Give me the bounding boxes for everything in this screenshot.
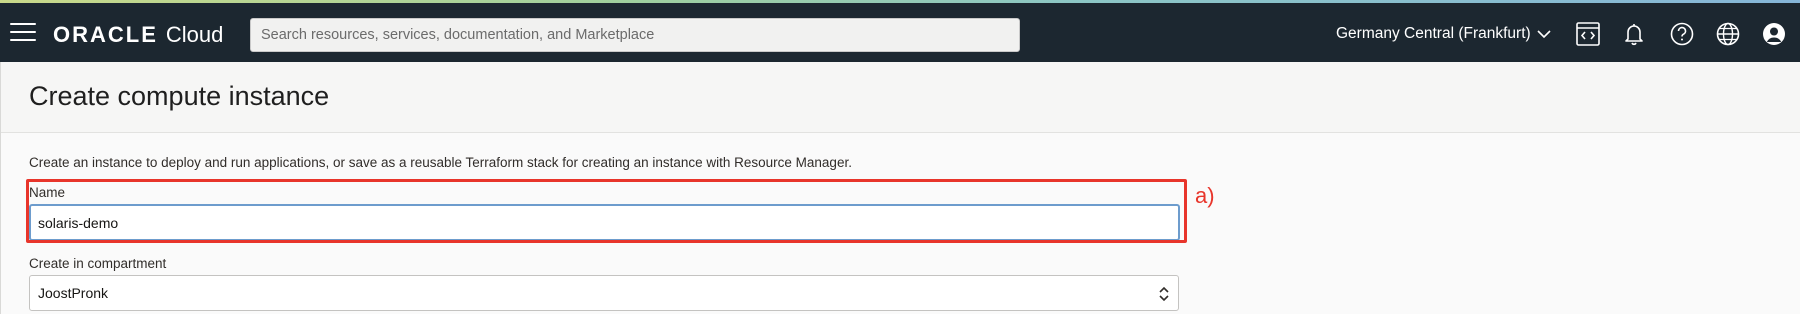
compartment-selected-value: JoostPronk [38,285,109,301]
oracle-cloud-logo[interactable]: ORACLE Cloud [53,22,223,48]
compartment-label: Create in compartment [29,256,167,271]
bell-icon[interactable] [1620,20,1648,48]
page-title: Create compute instance [29,81,330,111]
logo-product: Cloud [165,22,224,47]
chevron-down-icon [1537,30,1551,39]
globe-icon[interactable] [1714,20,1742,48]
search-input[interactable] [250,18,1020,52]
create-instance-form: Create an instance to deploy and run app… [0,133,1800,314]
menu-icon[interactable] [10,23,36,43]
name-label: Name [29,185,66,200]
top-navigation-bar: ORACLE Cloud Germany Central (Frankfurt) [0,3,1800,62]
help-icon[interactable] [1668,20,1696,48]
logo-brand: ORACLE [53,22,158,47]
annotation-label: a) [1195,183,1215,208]
page-title-band: Create compute instance [0,62,1800,133]
region-label: Germany Central (Frankfurt) [1336,25,1531,42]
page-description: Create an instance to deploy and run app… [29,155,852,170]
chevron-up-down-icon [1159,286,1169,302]
compartment-select[interactable]: JoostPronk [29,275,1179,311]
cloud-shell-icon[interactable] [1574,20,1602,48]
user-profile-icon[interactable] [1760,20,1788,48]
region-selector[interactable]: Germany Central (Frankfurt) [1336,25,1551,43]
instance-name-input[interactable] [29,204,1180,241]
